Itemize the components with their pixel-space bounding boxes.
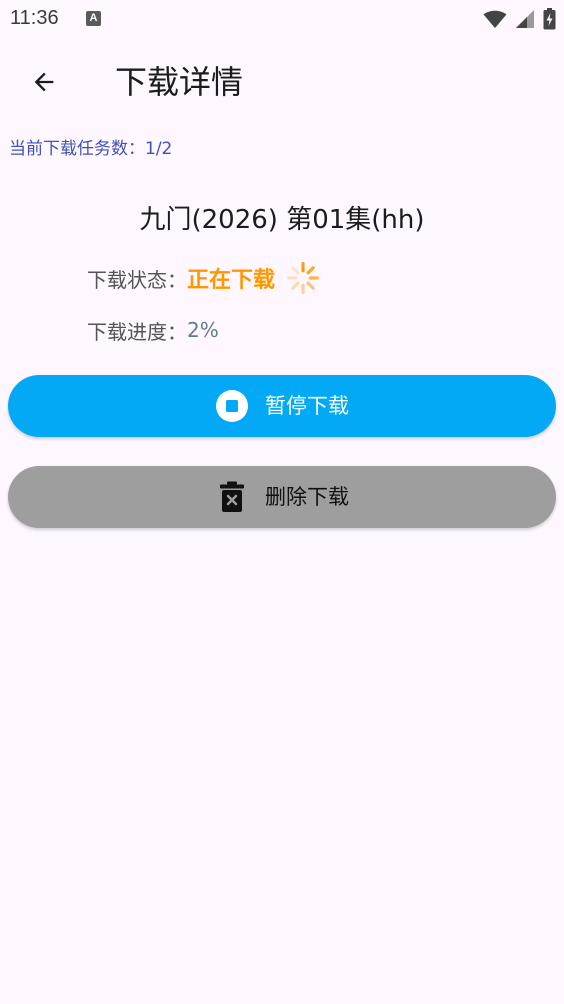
download-status-row: 下载状态： 正在下载 [87,261,321,295]
battery-charging-icon [543,8,556,30]
status-icons [483,8,556,30]
loading-spinner-icon [287,262,319,294]
download-progress-row: 下载进度： 2% [87,313,219,347]
page-title: 下载详情 [115,63,244,101]
delete-download-label: 删除下载 [265,485,349,509]
pause-download-label: 暂停下载 [265,394,349,418]
progress-label: 下载进度： [87,319,187,344]
video-title: 九门(2026) 第01集(hh) [139,205,425,235]
progress-value: 2% [187,318,219,342]
task-count-text: 当前下载任务数：1/2 [9,139,173,159]
arrow-back-icon [34,72,54,92]
status-time: 11:36 [10,7,59,29]
status-label: 下载状态： [87,267,187,292]
back-button[interactable] [20,58,68,106]
app-bar: 下载详情 [0,50,564,114]
notification-a-icon: A [86,11,101,26]
status-value: 正在下载 [187,268,276,293]
status-bar: 11:36 A [0,0,564,38]
delete-download-button[interactable]: 删除下载 [8,466,556,528]
cell-signal-icon [516,10,534,28]
pause-download-button[interactable]: 暂停下载 [8,375,556,437]
trash-icon [215,480,249,514]
stop-circle-icon [215,389,249,423]
wifi-icon [483,10,507,28]
